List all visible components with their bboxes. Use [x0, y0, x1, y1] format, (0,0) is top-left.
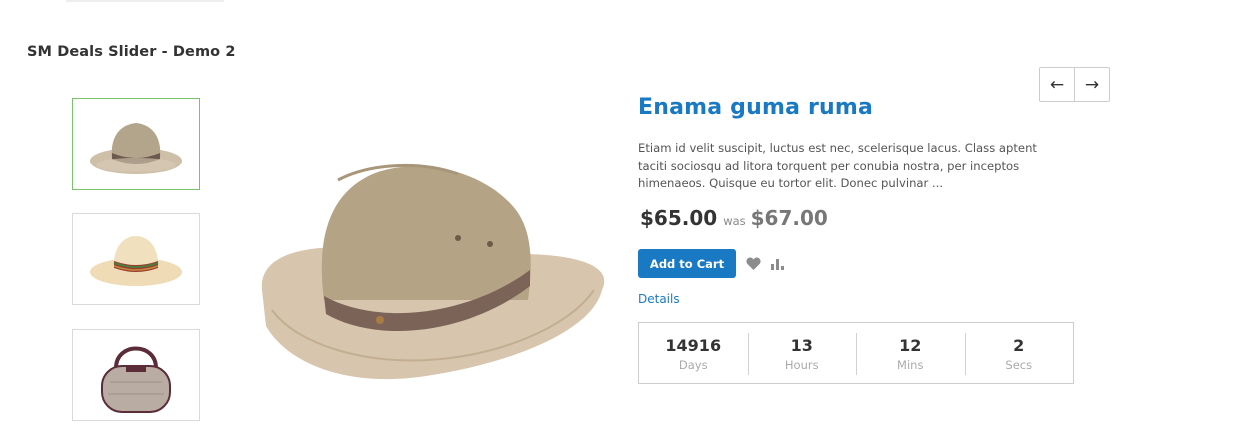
block-title: SM Deals Slider - Demo 2	[27, 44, 236, 60]
countdown-secs: 2 Secs	[964, 323, 1074, 383]
product-name-link[interactable]: Enama guma ruma	[638, 95, 873, 120]
bar-chart-icon	[771, 258, 784, 270]
countdown-label: Hours	[784, 358, 819, 372]
slider-navigation: ← →	[1039, 67, 1110, 102]
details-link[interactable]: Details	[638, 292, 680, 306]
countdown-value: 2	[1013, 336, 1025, 355]
heart-icon	[745, 257, 761, 270]
fedora-hat-icon	[90, 123, 182, 174]
countdown-label: Mins	[897, 358, 924, 372]
product-main-image[interactable]	[258, 150, 608, 390]
safari-hat-icon	[261, 163, 605, 380]
thumbnail-2[interactable]	[72, 213, 200, 305]
countdown-value: 13	[790, 336, 813, 355]
countdown-hours: 13 Hours	[747, 323, 857, 383]
straw-hat-icon	[90, 236, 182, 286]
countdown-mins: 12 Mins	[856, 323, 965, 383]
countdown-value: 14916	[665, 336, 722, 355]
prev-arrow-button[interactable]: ←	[1040, 68, 1074, 101]
product-actions: Add to Cart	[638, 249, 788, 278]
price-box: $65.00 was $67.00	[640, 206, 828, 230]
old-price: $67.00	[750, 206, 828, 230]
countdown-label: Secs	[1005, 358, 1033, 372]
special-price: $65.00	[640, 206, 718, 230]
countdown-days: 14916 Days	[639, 323, 748, 383]
next-arrow-button[interactable]: →	[1074, 68, 1109, 101]
handbag-icon	[101, 346, 171, 413]
add-to-cart-button[interactable]: Add to Cart	[638, 249, 736, 278]
countdown-value: 12	[899, 336, 922, 355]
compare-button[interactable]	[768, 254, 788, 274]
deal-countdown: 14916 Days 13 Hours 12 Mins 2 Secs	[638, 322, 1074, 384]
product-description: Etiam id velit suscipit, luctus est nec,…	[638, 141, 1037, 190]
was-label: was	[723, 214, 746, 228]
top-divider	[66, 0, 224, 2]
wishlist-button[interactable]	[743, 254, 763, 274]
countdown-label: Days	[678, 358, 708, 372]
thumbnail-1[interactable]	[72, 98, 200, 190]
thumbnail-3[interactable]	[72, 329, 200, 421]
